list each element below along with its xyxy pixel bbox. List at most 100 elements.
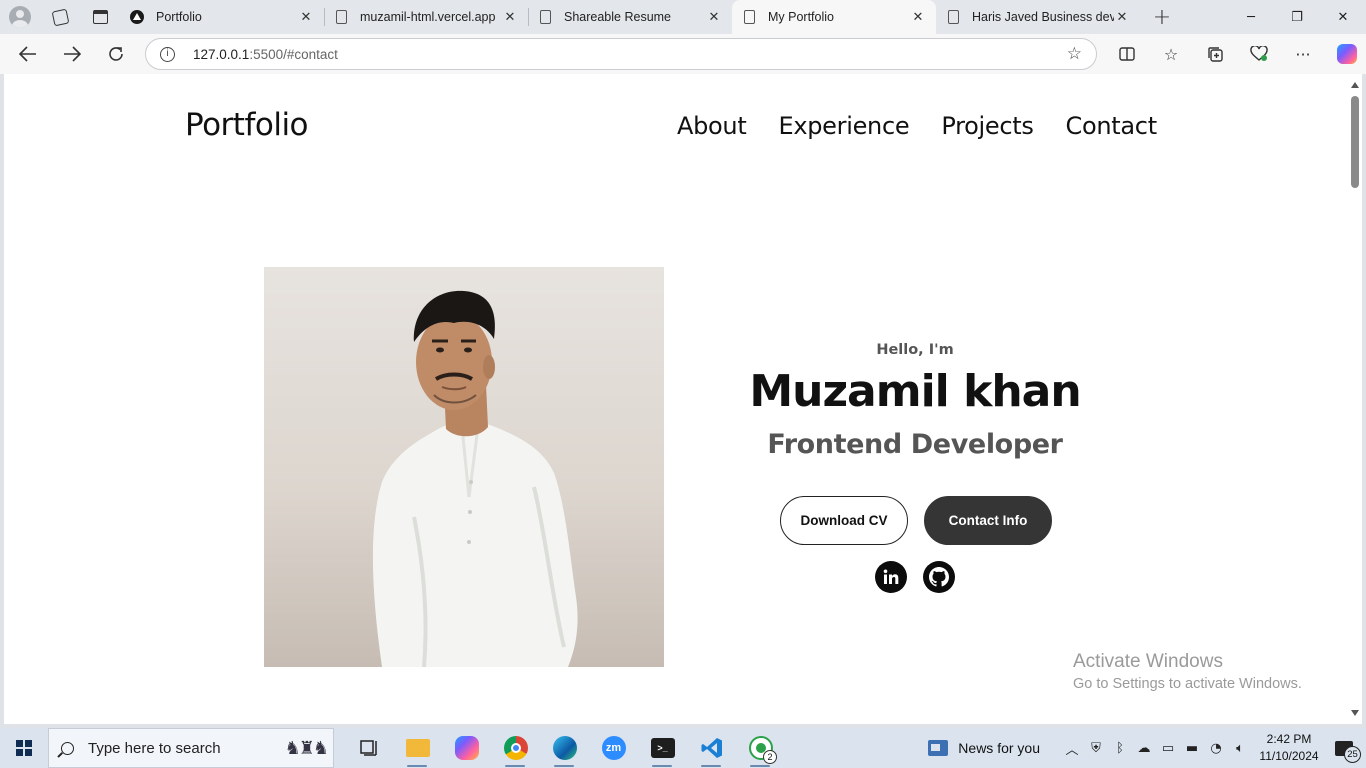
tab-title: Shareable Resume [564, 10, 672, 24]
scroll-down-icon[interactable] [1351, 710, 1359, 716]
person-illustration [372, 290, 578, 667]
close-icon[interactable]: ✕ [298, 10, 314, 25]
new-tab-button[interactable]: + [1140, 5, 1184, 30]
triangle-icon [130, 10, 144, 24]
site-logo[interactable]: Portfolio [185, 107, 309, 143]
system-clock[interactable]: 2:42 PM 11/10/2024 [1256, 731, 1322, 765]
nav-link-projects[interactable]: Projects [941, 112, 1034, 140]
system-tray: News for you ︿ ⛨ ᛒ ☁ ▭ ▬ ◔ 🔈︎ 2:42 PM 11… [928, 728, 1366, 768]
window-close-icon[interactable]: ✕ [1320, 0, 1366, 34]
battery-icon[interactable]: ▬ [1180, 728, 1204, 768]
url-text[interactable]: 127.0.0.1:5500/#contact [193, 47, 338, 62]
collections-icon[interactable] [1193, 34, 1237, 74]
search-icon [61, 741, 74, 755]
start-button[interactable] [0, 728, 48, 768]
copilot-app-icon[interactable] [442, 728, 491, 768]
wifi-icon[interactable]: ◔ [1204, 728, 1228, 768]
page-viewport: Portfolio About Experience Projects Cont… [4, 74, 1348, 724]
page-icon [744, 10, 755, 24]
news-icon [928, 740, 949, 756]
close-icon[interactable]: ✕ [1114, 10, 1130, 25]
tab-actions-button[interactable] [80, 0, 120, 34]
hero-role: Frontend Developer [767, 429, 1063, 461]
split-screen-icon[interactable] [1105, 34, 1149, 74]
profile-photo [264, 267, 664, 667]
edge-icon[interactable] [540, 728, 589, 768]
browser-tab[interactable]: Haris Javed Business devel ✕ [936, 0, 1140, 34]
security-shield-icon[interactable]: ⛨ [1084, 728, 1108, 768]
close-icon[interactable]: ✕ [910, 10, 926, 25]
profile-button[interactable] [0, 0, 40, 34]
clock-date: 11/10/2024 [1259, 749, 1319, 763]
close-icon[interactable]: ✕ [502, 10, 518, 25]
address-bar[interactable]: i 127.0.0.1:5500/#contact ☆ [145, 38, 1097, 70]
windows-taskbar: Type here to search ♞♜♞ zm >_ 2 News for… [0, 728, 1366, 768]
nav-link-experience[interactable]: Experience [778, 112, 909, 140]
info-icon[interactable]: i [160, 46, 175, 62]
hero-text: Hello, I'm Muzamil khan Frontend Develop… [715, 342, 1115, 460]
terminal-icon[interactable]: >_ [638, 728, 687, 768]
tray-icons: ︿ ⛨ ᛒ ☁ ▭ ▬ ◔ 🔈︎ [1060, 728, 1252, 768]
page-scrollbar[interactable] [1348, 74, 1362, 724]
search-placeholder: Type here to search [88, 739, 221, 757]
toolbar-actions: ☆ ··· [1105, 34, 1366, 74]
download-cv-button[interactable]: Download CV [780, 496, 908, 545]
browser-tab-active[interactable]: My Portfolio ✕ [732, 0, 936, 34]
tab-title: Portfolio [156, 10, 202, 24]
browser-tab[interactable]: Shareable Resume ✕ [528, 0, 732, 34]
minimize-icon[interactable]: ─ [1228, 0, 1274, 34]
browser-tab-strip: Portfolio ✕ muzamil-html.vercel.app ✕ Sh… [0, 0, 1366, 34]
forward-icon[interactable] [50, 34, 94, 74]
news-widget[interactable]: News for you [928, 740, 1040, 756]
favorites-icon[interactable]: ☆ [1149, 34, 1193, 74]
chrome-icon[interactable] [491, 728, 540, 768]
github-icon[interactable] [923, 561, 955, 593]
hero-greeting: Hello, I'm [876, 342, 954, 358]
window-controls: ─ ❐ ✕ [1228, 0, 1366, 34]
hero-buttons: Download CV Contact Info [780, 496, 1052, 545]
favorite-star-icon[interactable]: ☆ [1067, 44, 1082, 64]
nav-link-contact[interactable]: Contact [1066, 112, 1158, 140]
show-hidden-icons-icon[interactable]: ︿ [1060, 728, 1084, 768]
scroll-thumb[interactable] [1351, 96, 1359, 188]
bluetooth-icon[interactable]: ᛒ [1108, 728, 1132, 768]
whatsapp-icon[interactable]: 2 [736, 728, 785, 768]
page-icon [540, 10, 551, 24]
hero-name: Muzamil khan [749, 366, 1081, 417]
close-icon[interactable]: ✕ [706, 10, 722, 25]
browser-toolbar: i 127.0.0.1:5500/#contact ☆ ☆ ··· [0, 34, 1366, 74]
notification-center-button[interactable]: 25 [1322, 728, 1366, 768]
onedrive-icon[interactable]: ☁ [1132, 728, 1156, 768]
whatsapp-badge: 2 [763, 750, 777, 764]
tab-actions-icon [92, 10, 108, 24]
notification-count: 25 [1344, 746, 1361, 763]
contact-info-button[interactable]: Contact Info [924, 496, 1052, 545]
display-icon[interactable]: ▭ [1156, 728, 1180, 768]
tab-title: My Portfolio [768, 10, 834, 24]
restore-icon[interactable]: ❐ [1274, 0, 1320, 34]
workspaces-icon [51, 8, 69, 26]
zoom-icon[interactable]: zm [589, 728, 638, 768]
tab-title: muzamil-html.vercel.app [360, 10, 496, 24]
social-links [875, 561, 955, 593]
browser-tab[interactable]: muzamil-html.vercel.app ✕ [324, 0, 528, 34]
back-icon[interactable] [6, 34, 50, 74]
browser-tab[interactable]: Portfolio ✕ [120, 0, 324, 34]
more-options-icon[interactable]: ··· [1281, 34, 1325, 74]
nav-link-about[interactable]: About [677, 112, 747, 140]
workspaces-button[interactable] [40, 0, 80, 34]
taskbar-apps: zm >_ 2 [344, 728, 785, 768]
file-explorer-icon[interactable] [393, 728, 442, 768]
watermark-title: Activate Windows [1073, 651, 1223, 672]
copilot-icon[interactable] [1325, 34, 1366, 74]
browser-essentials-icon[interactable] [1237, 34, 1281, 74]
refresh-icon[interactable] [94, 34, 138, 74]
linkedin-icon[interactable] [875, 561, 907, 593]
taskbar-search[interactable]: Type here to search ♞♜♞ [48, 728, 334, 768]
scroll-up-icon[interactable] [1351, 82, 1359, 88]
vscode-icon[interactable] [687, 728, 736, 768]
volume-icon[interactable]: 🔈︎ [1228, 728, 1252, 768]
tab-title: Haris Javed Business devel [972, 10, 1114, 24]
news-label: News for you [958, 740, 1040, 756]
task-view-icon[interactable] [344, 728, 393, 768]
